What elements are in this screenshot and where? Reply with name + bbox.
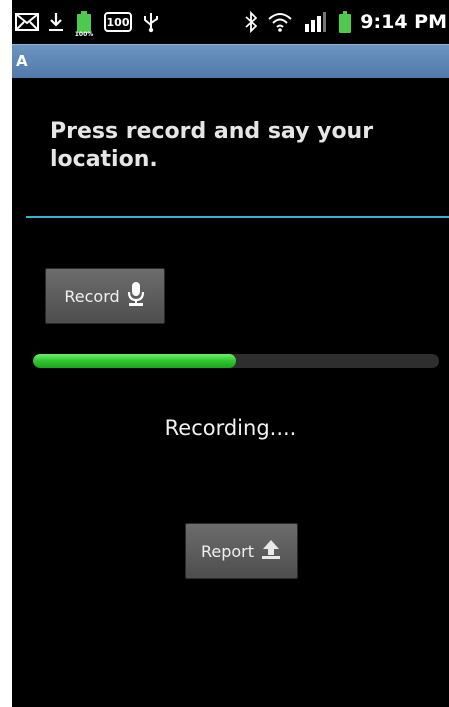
- mail-icon: [14, 0, 40, 44]
- microphone-icon: [126, 281, 146, 311]
- status-time: 9:14 PM: [360, 11, 447, 33]
- report-button-label: Report: [200, 541, 255, 561]
- record-button[interactable]: Record: [45, 268, 165, 324]
- wifi-icon: [266, 0, 294, 44]
- app-title: A: [16, 52, 28, 70]
- progress-fill: [33, 354, 236, 368]
- battery-100-badge-icon: 100: [102, 0, 134, 44]
- download-icon: [46, 0, 66, 44]
- status-bar: 100% 100 9:14 PM: [12, 0, 449, 44]
- usb-icon: [140, 0, 162, 44]
- divider: [26, 216, 449, 218]
- prompt-text: Press record and say your location.: [50, 119, 374, 172]
- report-button[interactable]: Report: [185, 523, 298, 579]
- upload-icon: [260, 538, 282, 564]
- badge-label: 100: [106, 15, 130, 29]
- phone-screen: 100% 100 9:14 PM A Press record and say …: [12, 0, 449, 707]
- battery-percent-label: 100%: [74, 31, 94, 38]
- battery-charging-icon: 100%: [72, 0, 96, 44]
- battery-icon: [336, 0, 354, 44]
- recording-progress-bar: [33, 354, 439, 368]
- signal-bars-icon: [302, 0, 328, 44]
- bluetooth-icon: [242, 0, 260, 44]
- record-button-label: Record: [64, 286, 120, 306]
- title-bar: A: [12, 44, 449, 78]
- recording-status: Recording....: [164, 416, 297, 440]
